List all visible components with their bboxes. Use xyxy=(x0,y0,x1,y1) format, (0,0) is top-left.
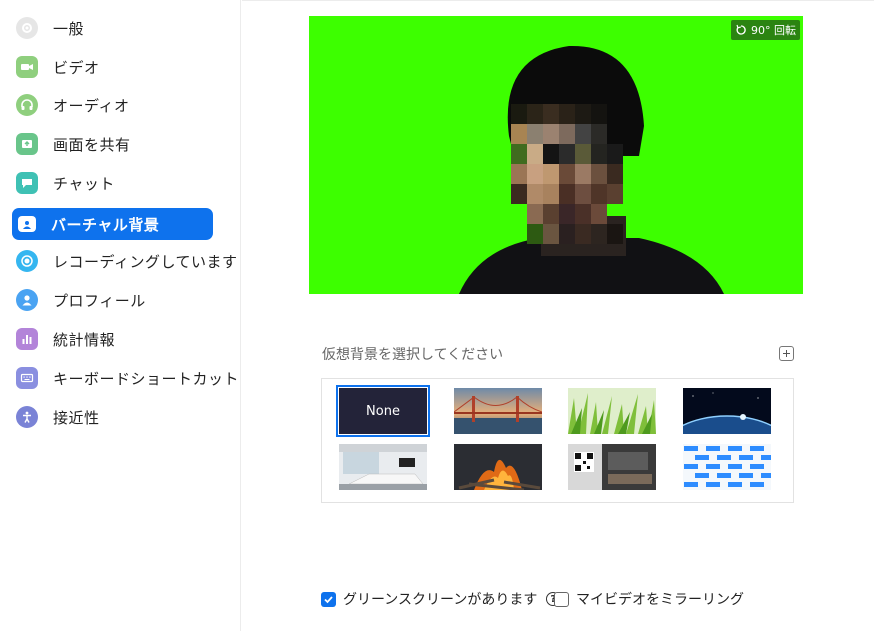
video-preview: 90° 回転 xyxy=(309,16,803,294)
sidebar-item-label: 統計情報 xyxy=(53,330,116,349)
settings-sidebar: 一般 ビデオ オーディオ 画面を共有 チャット バーチャル背景 レコーディングし… xyxy=(0,0,241,631)
sidebar-item-label: チャット xyxy=(53,174,115,193)
person-card-icon xyxy=(18,216,36,232)
sidebar-item-label: プロフィール xyxy=(53,291,146,310)
sidebar-item-video[interactable]: ビデオ xyxy=(12,51,213,83)
background-logo-pattern-thumb[interactable] xyxy=(683,444,771,490)
sidebar-item-label: キーボードショートカット xyxy=(53,369,240,388)
sidebar-item-label: バーチャル背景 xyxy=(51,215,160,234)
sidebar-item-accessibility[interactable]: 接近性 xyxy=(12,401,213,433)
background-thumbnail-grid: None xyxy=(321,378,794,503)
sidebar-item-keyboard-shortcuts[interactable]: キーボードショートカット xyxy=(12,362,239,394)
user-icon xyxy=(16,289,38,311)
share-screen-icon xyxy=(16,133,38,155)
chat-bubble-icon xyxy=(16,172,38,194)
headphones-icon xyxy=(16,94,38,116)
sidebar-item-virtual-background[interactable]: バーチャル背景 xyxy=(12,208,213,240)
mirror-video-checkbox[interactable] xyxy=(554,591,569,607)
sidebar-item-label: 一般 xyxy=(53,19,85,38)
sidebar-item-audio[interactable]: オーディオ xyxy=(12,89,213,121)
bar-chart-icon xyxy=(16,328,38,350)
sidebar-item-chat[interactable]: チャット xyxy=(12,167,213,199)
green-screen-checkbox[interactable] xyxy=(321,591,336,607)
background-none-thumb[interactable]: None xyxy=(336,385,430,437)
background-office-qr-thumb[interactable] xyxy=(568,444,656,490)
green-screen-option[interactable]: グリーンスクリーンがあります ? xyxy=(321,589,561,609)
background-grass-thumb[interactable] xyxy=(568,388,656,434)
gear-icon xyxy=(16,17,38,39)
sidebar-item-label: 接近性 xyxy=(53,408,100,427)
background-meeting-room-thumb[interactable] xyxy=(339,444,427,490)
sidebar-item-statistics[interactable]: 統計情報 xyxy=(12,323,213,355)
pixelated-face xyxy=(511,104,623,244)
sidebar-item-general[interactable]: 一般 xyxy=(12,12,213,44)
record-icon xyxy=(16,250,38,272)
logo-pattern-grid xyxy=(683,444,771,490)
sidebar-item-label: ビデオ xyxy=(53,58,100,77)
background-campfire-thumb[interactable] xyxy=(454,444,542,490)
background-earth-thumb[interactable] xyxy=(683,388,771,434)
keyboard-icon xyxy=(16,367,38,389)
checkmark-icon xyxy=(324,595,333,603)
add-background-button[interactable] xyxy=(779,346,794,361)
video-camera-icon xyxy=(16,56,38,78)
rotate-label: 90° 回転 xyxy=(751,24,796,37)
mirror-video-option[interactable]: マイビデオをミラーリング xyxy=(554,589,744,609)
sidebar-item-share-screen[interactable]: 画面を共有 xyxy=(12,128,213,160)
sidebar-item-label: 画面を共有 xyxy=(53,135,131,154)
choose-background-title: 仮想背景を選択してください xyxy=(322,347,504,363)
sidebar-item-label: オーディオ xyxy=(53,96,130,115)
sidebar-item-recording[interactable]: レコーディングしています xyxy=(12,245,237,277)
sidebar-item-label: レコーディングしています xyxy=(53,252,238,271)
mirror-video-label: マイビデオをミラーリング xyxy=(576,592,744,608)
rotate-90-button[interactable]: 90° 回転 xyxy=(731,20,800,40)
thumb-none-label: None xyxy=(366,403,400,419)
camera-feed-person xyxy=(459,45,724,294)
divider xyxy=(242,0,874,1)
accessibility-icon xyxy=(16,406,38,428)
green-screen-label: グリーンスクリーンがあります xyxy=(343,592,538,608)
background-golden-gate-thumb[interactable] xyxy=(454,388,542,434)
rotate-icon xyxy=(736,24,746,35)
sidebar-item-profile[interactable]: プロフィール xyxy=(12,284,213,316)
